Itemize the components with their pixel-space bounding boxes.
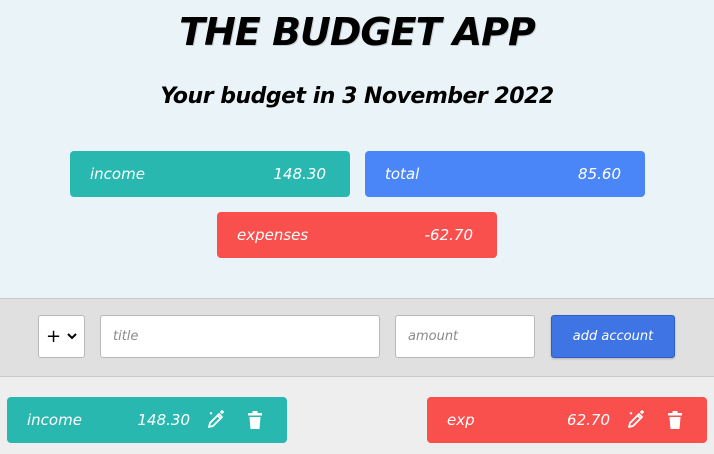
amount-input[interactable] [395, 315, 535, 358]
edit-icon[interactable] [625, 409, 647, 431]
total-summary-label: total [385, 165, 420, 183]
budget-subtitle: Your budget in 3 November 2022 [160, 84, 554, 109]
list-item: exp 62.70 [427, 397, 707, 443]
title-input[interactable] [100, 315, 380, 358]
add-account-button[interactable]: add account [551, 315, 675, 358]
expenses-summary-label: expenses [237, 226, 309, 244]
income-summary-value: 148.30 [273, 165, 327, 183]
add-entry-form: + add account [0, 298, 714, 377]
chevron-down-icon [67, 333, 77, 340]
entry-name: exp [447, 411, 475, 429]
trash-icon[interactable] [665, 409, 685, 431]
header: THE BUDGET APP Your budget in 3 November… [0, 0, 714, 298]
entry-amount: 148.30 [137, 411, 191, 429]
entry-amount: 62.70 [567, 411, 610, 429]
entries-list: income 148.30 exp 62.70 [0, 377, 714, 454]
income-summary-label: income [90, 165, 145, 183]
total-summary-card: total 85.60 [365, 151, 645, 197]
edit-icon[interactable] [205, 409, 227, 431]
trash-icon[interactable] [245, 409, 265, 431]
income-summary-card: income 148.30 [70, 151, 350, 197]
expenses-summary-value: -62.70 [424, 226, 473, 244]
expenses-summary-card: expenses -62.70 [217, 212, 497, 258]
sign-select-value: + [45, 326, 62, 347]
sign-select[interactable]: + [38, 315, 85, 358]
list-item: income 148.30 [7, 397, 287, 443]
app-title: THE BUDGET APP [179, 10, 536, 54]
total-summary-value: 85.60 [578, 165, 621, 183]
entry-name: income [27, 411, 82, 429]
